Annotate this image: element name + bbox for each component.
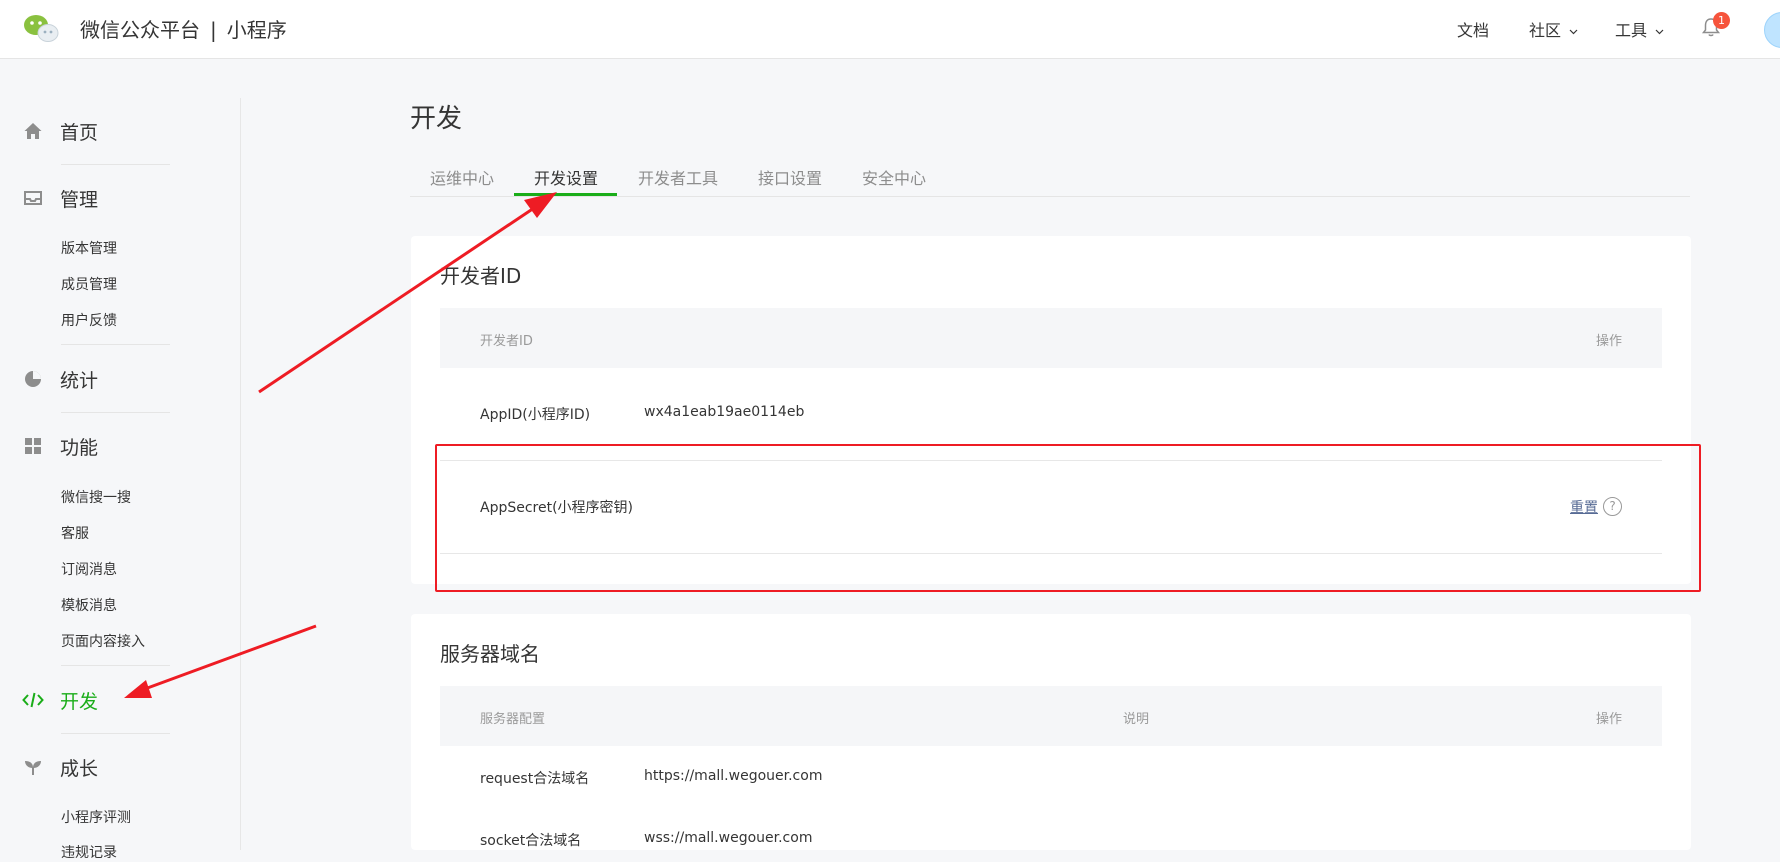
developer-id-title: 开发者ID xyxy=(440,264,522,288)
col-action: 操作 xyxy=(1595,334,1622,349)
tab-dev-settings[interactable]: 开发设置 xyxy=(534,165,598,189)
col-server-config: 服务器配置 xyxy=(480,712,546,727)
col-developer-id: 开发者ID xyxy=(480,334,533,349)
sidebar-sub-service[interactable]: 客服 xyxy=(61,523,89,543)
avatar[interactable] xyxy=(1764,12,1780,48)
domain-label: request合法域名 xyxy=(480,771,590,787)
sidebar-sub-version[interactable]: 版本管理 xyxy=(61,238,117,258)
tab-security-center[interactable]: 安全中心 xyxy=(862,165,926,189)
sidebar-divider-line xyxy=(61,665,170,666)
sidebar-item-features[interactable]: 功能 xyxy=(22,431,232,461)
sidebar-sub-subscribe[interactable]: 订阅消息 xyxy=(61,559,117,579)
pie-chart-icon xyxy=(22,368,44,390)
sidebar-item-growth[interactable]: 成长 xyxy=(22,752,232,782)
server-domain-card: 服务器域名 服务器配置 说明 操作 request合法域名 https://ma… xyxy=(411,614,1691,850)
sidebar-divider-line xyxy=(61,344,170,345)
highlight-box xyxy=(435,444,1701,592)
sidebar-sub-members[interactable]: 成员管理 xyxy=(61,274,117,294)
chevron-down-icon xyxy=(1655,29,1664,35)
tab-dev-tools[interactable]: 开发者工具 xyxy=(638,165,718,189)
col-action: 操作 xyxy=(1595,712,1622,727)
brand-title[interactable]: 微信公众平台 | 小程序 xyxy=(80,14,287,43)
nav-tools-dropdown[interactable]: 工具 xyxy=(1615,17,1665,41)
sidebar-sub-evaluation[interactable]: 小程序评测 xyxy=(61,807,131,827)
sidebar-item-stats[interactable]: 统计 xyxy=(22,364,232,394)
sidebar-label-features: 功能 xyxy=(60,436,99,459)
nav-community-dropdown[interactable]: 社区 xyxy=(1529,17,1579,41)
domain-label: socket合法域名 xyxy=(480,833,582,849)
sidebar-divider xyxy=(240,98,241,850)
sidebar-sub-template[interactable]: 模板消息 xyxy=(61,595,117,615)
domain-value: https://mall.wegouer.com xyxy=(644,768,823,784)
sidebar-divider-line xyxy=(61,164,170,165)
sidebar-item-manage[interactable]: 管理 xyxy=(22,183,232,213)
col-description: 说明 xyxy=(1123,712,1150,727)
brand-sub: 小程序 xyxy=(226,18,287,42)
top-bar: 微信公众平台 | 小程序 文档 社区 工具 1 xyxy=(0,0,1780,59)
sidebar-label-stats: 统计 xyxy=(60,369,99,392)
sidebar-sub-feedback[interactable]: 用户反馈 xyxy=(61,310,117,330)
home-icon xyxy=(22,120,44,142)
sidebar-sub-page-content[interactable]: 页面内容接入 xyxy=(61,631,145,651)
sidebar-divider-line xyxy=(61,733,170,734)
grid-icon xyxy=(22,435,44,457)
tab-bar: 运维中心 开发设置 开发者工具 接口设置 安全中心 xyxy=(410,160,1690,197)
sidebar-label-manage: 管理 xyxy=(60,188,99,211)
sidebar-label-dev: 开发 xyxy=(60,690,99,713)
sidebar-divider-line xyxy=(61,412,170,413)
notification-badge: 1 xyxy=(1713,12,1730,29)
nav-docs-link[interactable]: 文档 xyxy=(1457,17,1489,41)
tab-api-settings[interactable]: 接口设置 xyxy=(758,165,822,189)
code-icon xyxy=(22,689,44,711)
appid-value[interactable]: wx4a1eab19ae0114eb xyxy=(644,404,804,420)
sidebar-item-home[interactable]: 首页 xyxy=(22,116,232,146)
wechat-logo-icon[interactable] xyxy=(22,12,60,44)
sidebar-label-home: 首页 xyxy=(60,121,99,144)
appid-label: AppID(小程序ID) xyxy=(480,407,591,423)
sidebar-sub-search[interactable]: 微信搜一搜 xyxy=(61,487,131,507)
server-domain-table-header: 服务器配置 说明 操作 xyxy=(440,686,1662,746)
brand-main: 微信公众平台 xyxy=(80,18,200,42)
nav-docs-label: 文档 xyxy=(1457,21,1490,40)
page-title: 开发 xyxy=(410,104,463,134)
sidebar-label-growth: 成长 xyxy=(60,757,99,780)
chevron-down-icon xyxy=(1569,29,1578,35)
tab-ops-center[interactable]: 运维中心 xyxy=(430,165,494,189)
sidebar-item-dev[interactable]: 开发 xyxy=(22,685,232,715)
domain-value: wss://mall.wegouer.com xyxy=(644,830,813,846)
inbox-icon xyxy=(22,187,44,209)
sidebar-sub-violations[interactable]: 违规记录 xyxy=(61,842,117,862)
brand-separator: | xyxy=(210,18,217,42)
nav-tools-label: 工具 xyxy=(1615,21,1648,40)
active-tab-indicator xyxy=(514,193,617,196)
server-domain-title: 服务器域名 xyxy=(440,642,540,666)
nav-community-label: 社区 xyxy=(1529,21,1562,40)
developer-id-table-header: 开发者ID 操作 xyxy=(440,308,1662,368)
sprout-icon xyxy=(22,756,44,778)
